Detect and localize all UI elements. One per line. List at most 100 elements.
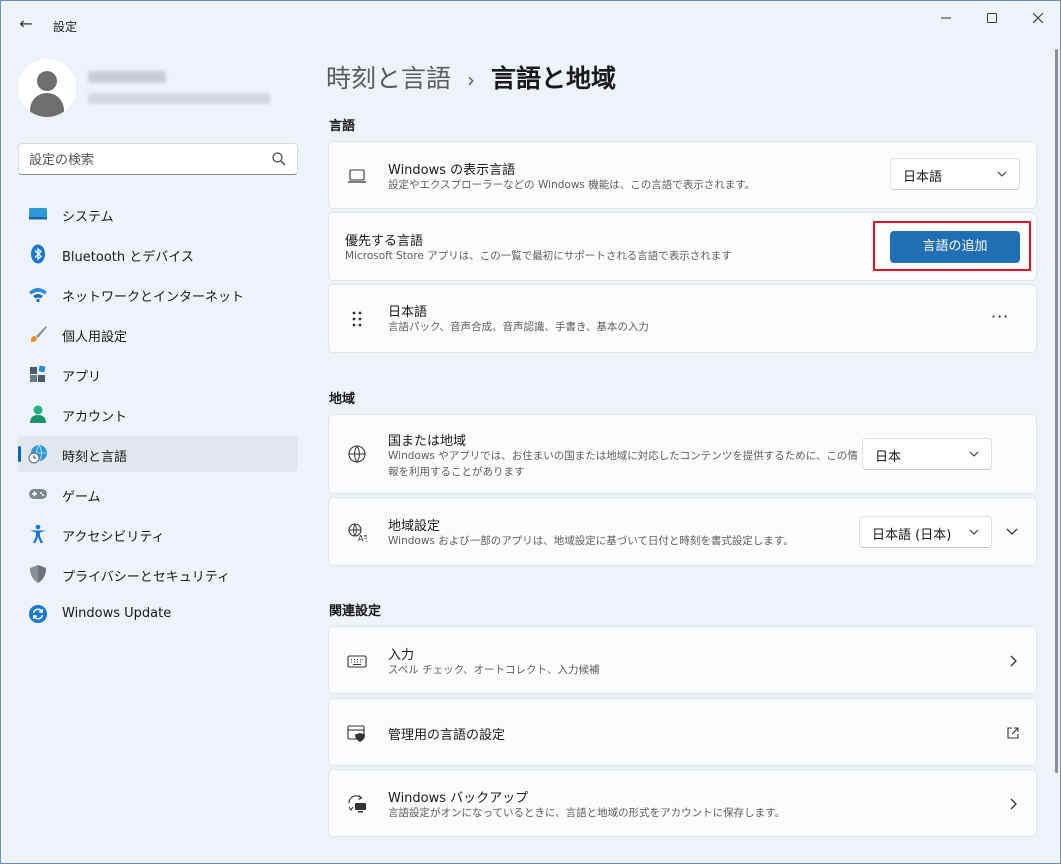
- more-options-button[interactable]: ···: [991, 307, 1009, 326]
- sidebar-item-privacy[interactable]: プライバシーとセキュリティ: [18, 556, 298, 592]
- breadcrumb: 時刻と言語 › 言語と地域: [326, 59, 616, 95]
- country-region-subtitle-line1: Windows やアプリでは、お住まいの国または地域に対応したコンテンツを提供す…: [388, 450, 858, 462]
- maximize-button[interactable]: [969, 7, 1015, 31]
- chevron-right-icon: [1010, 798, 1017, 810]
- section-heading-related: 関連設定: [329, 604, 382, 619]
- sidebar-item-windows-update[interactable]: Windows Update: [18, 596, 298, 632]
- sidebar-nav: システム Bluetooth とデバイス ネットワークとインターネット 個人用設…: [18, 196, 298, 636]
- display-language-subtitle: 設定やエクスプローラーなどの Windows 機能は、この言語で表示されます。: [388, 179, 756, 191]
- section-heading-language: 言語: [329, 119, 356, 134]
- related-typing-card[interactable]: 入力 スペル チェック、オートコレクト、入力候補: [328, 626, 1037, 694]
- dropdown-value: 日本: [875, 450, 902, 465]
- backup-title: Windows バックアップ: [388, 791, 529, 806]
- regional-format-icon: A字: [348, 523, 367, 542]
- breadcrumb-parent[interactable]: 時刻と言語: [326, 64, 451, 93]
- sidebar-item-label: システム: [62, 210, 114, 225]
- maximize-icon: [987, 13, 997, 23]
- display-language-dropdown[interactable]: 日本語: [890, 158, 1020, 190]
- admin-language-title: 管理用の言語の設定: [388, 728, 506, 743]
- sidebar-item-accounts[interactable]: アカウント: [18, 396, 298, 432]
- gamepad-icon: [29, 489, 47, 499]
- shield-icon: [30, 565, 46, 583]
- regional-format-subtitle: Windows および一部のアプリは、地域設定に基づいて日付と時刻を書式設定しま…: [388, 535, 794, 547]
- sidebar-item-gaming[interactable]: ゲーム: [18, 476, 298, 512]
- user-name-redacted: [88, 71, 166, 83]
- dropdown-value: 日本語: [903, 170, 943, 185]
- sidebar-item-label: アプリ: [62, 370, 102, 385]
- breadcrumb-separator: ›: [467, 68, 476, 92]
- sidebar-item-label: 時刻と言語: [62, 450, 128, 465]
- page-title: 言語と地域: [491, 64, 617, 93]
- preferred-language-subtitle: Microsoft Store アプリは、この一覧で最初にサポートされる言語で表…: [345, 250, 732, 262]
- title-bar: ← 設定: [1, 1, 1060, 49]
- chevron-down-icon: [969, 529, 979, 535]
- keyboard-icon: [347, 655, 367, 668]
- country-region-subtitle-line2: 報を利用することがあります: [388, 466, 525, 478]
- laptop-icon: [348, 169, 366, 183]
- dropdown-value: 日本語 (日本): [872, 528, 952, 543]
- update-icon: [29, 605, 47, 623]
- country-region-title: 国または地域: [388, 434, 467, 449]
- country-dropdown[interactable]: 日本: [862, 438, 992, 470]
- apps-icon: [30, 365, 46, 382]
- backup-subtitle: 言語設定がオンになっているときに、言語と地域の形式をアカウントに保存します。: [388, 807, 786, 819]
- backup-icon: [348, 795, 366, 813]
- chevron-down-icon: [969, 451, 979, 457]
- highlight-box: [873, 221, 1031, 271]
- sidebar-item-label: Bluetooth とデバイス: [62, 250, 194, 265]
- user-email-redacted: [88, 93, 270, 104]
- selection-indicator: [18, 446, 21, 462]
- related-admin-language-card[interactable]: 管理用の言語の設定: [328, 698, 1037, 766]
- sidebar-item-time-language[interactable]: 時刻と言語: [18, 436, 298, 472]
- admin-language-icon: [347, 725, 365, 742]
- related-backup-card[interactable]: Windows バックアップ 言語設定がオンになっているときに、言語と地域の形式…: [328, 769, 1037, 837]
- wifi-icon: [29, 288, 47, 303]
- typing-title: 入力: [388, 648, 415, 663]
- account-icon: [30, 405, 46, 423]
- expand-chevron-icon[interactable]: [1005, 526, 1019, 538]
- search-box[interactable]: [18, 143, 298, 175]
- language-item-subtitle: 言語パック、音声合成、音声認識、手書き、基本の入力: [388, 321, 649, 333]
- display-language-title: Windows の表示言語: [388, 163, 516, 178]
- drag-handle-icon[interactable]: [347, 309, 367, 329]
- sidebar-item-label: アカウント: [62, 410, 128, 425]
- settings-window: ← 設定 システム Bluetooth とデバイス ネットワークとイン: [0, 0, 1061, 864]
- minimize-icon: [941, 17, 951, 19]
- section-heading-region: 地域: [329, 392, 356, 407]
- sidebar-item-label: ゲーム: [62, 490, 101, 505]
- search-input[interactable]: [29, 150, 259, 170]
- sidebar-item-label: プライバシーとセキュリティ: [62, 570, 230, 585]
- open-external-icon: [1007, 727, 1019, 739]
- brush-icon: [31, 326, 47, 342]
- sidebar-item-network[interactable]: ネットワークとインターネット: [18, 276, 298, 312]
- sidebar-item-system[interactable]: システム: [18, 196, 298, 232]
- bluetooth-icon: [31, 244, 45, 264]
- sidebar-item-apps[interactable]: アプリ: [18, 356, 298, 392]
- close-button[interactable]: [1015, 7, 1061, 31]
- sidebar-item-bluetooth[interactable]: Bluetooth とデバイス: [18, 236, 298, 272]
- sidebar-item-accessibility[interactable]: アクセシビリティ: [18, 516, 298, 552]
- accessibility-icon: [30, 524, 46, 543]
- chevron-down-icon: [997, 171, 1007, 177]
- language-list-item[interactable]: 日本語 言語パック、音声合成、音声認識、手書き、基本の入力: [328, 284, 1037, 353]
- system-icon: [29, 208, 47, 220]
- regional-format-dropdown[interactable]: 日本語 (日本): [859, 516, 992, 548]
- preferred-language-title: 優先する言語: [345, 234, 424, 249]
- globe-icon: [348, 445, 366, 463]
- sidebar-item-label: 個人用設定: [62, 330, 128, 345]
- avatar: [18, 59, 76, 117]
- regional-format-title: 地域設定: [388, 519, 441, 534]
- chevron-right-icon: [1010, 655, 1017, 667]
- scrollbar[interactable]: [1055, 49, 1058, 773]
- close-icon: [1032, 12, 1044, 24]
- search-icon[interactable]: [271, 151, 287, 167]
- sidebar-item-label: ネットワークとインターネット: [62, 290, 245, 305]
- typing-subtitle: スペル チェック、オートコレクト、入力候補: [388, 664, 600, 676]
- sidebar-item-label: アクセシビリティ: [62, 530, 165, 545]
- svg-text:A字: A字: [358, 533, 367, 542]
- sidebar-item-personalization[interactable]: 個人用設定: [18, 316, 298, 352]
- minimize-button[interactable]: [923, 7, 969, 31]
- time-language-icon: [28, 444, 47, 464]
- app-title: 設定: [53, 20, 78, 34]
- back-arrow-icon[interactable]: ←: [15, 13, 37, 35]
